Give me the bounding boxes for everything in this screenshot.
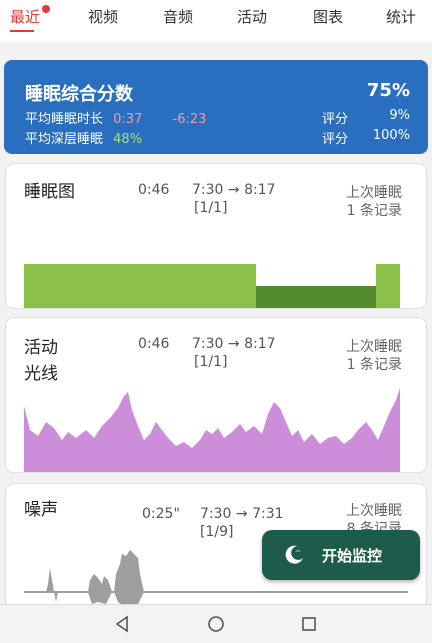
avg-duration-value: 0:37 xyxy=(113,112,143,127)
moon-bird-icon xyxy=(285,545,303,564)
score-value: 9% xyxy=(389,108,410,123)
sleep-graph xyxy=(24,264,400,308)
tab-recent[interactable]: 最近 xyxy=(10,6,40,28)
avg-duration-row: 平均睡眠时长 0:37 -6:23 xyxy=(25,108,206,127)
notification-dot xyxy=(42,5,50,13)
avg-deep-value: 48% xyxy=(113,132,143,147)
score-label: 评分 xyxy=(322,132,349,147)
activity-area xyxy=(24,388,400,472)
recents-icon[interactable] xyxy=(298,613,320,635)
sleep-phase-light xyxy=(376,264,400,308)
sleep-phase-deep xyxy=(256,286,376,308)
score-label: 评分 xyxy=(322,112,349,127)
system-nav-bar xyxy=(0,604,432,643)
active-tab-indicator xyxy=(10,30,34,32)
tab-activity[interactable]: 活动 xyxy=(237,6,267,28)
tab-video[interactable]: 视频 xyxy=(88,6,118,28)
tab-charts[interactable]: 图表 xyxy=(313,6,343,28)
score-value: 100% xyxy=(372,128,410,143)
activity-light-card[interactable]: 活动 光线 0:46 7:30 → 8:17 [1/1] 上次睡眠 1 条记录 xyxy=(6,318,426,472)
sleep-graph-card[interactable]: 睡眠图 0:46 7:30 → 8:17 [1/1] 上次睡眠 1 条记录 xyxy=(6,164,426,308)
avg-duration-diff: -6:23 xyxy=(172,112,207,127)
tab-stats[interactable]: 统计 xyxy=(386,6,416,28)
sleep-score-card[interactable]: 睡眠综合分数 75% 平均睡眠时长 0:37 -6:23 评分 9% 平均深层睡… xyxy=(4,60,428,154)
tab-audio[interactable]: 音频 xyxy=(163,6,193,28)
back-icon[interactable] xyxy=(112,613,134,635)
avg-deep-row: 平均深层睡眠 48% xyxy=(25,128,142,147)
activity-graph xyxy=(24,388,400,472)
sleep-phase-light xyxy=(24,264,256,308)
start-monitoring-label: 开始监控 xyxy=(322,546,383,565)
start-monitoring-button[interactable]: 开始监控 xyxy=(262,530,420,580)
avg-deep-label: 平均深层睡眠 xyxy=(25,132,104,147)
tab-bar: 最近 视频 音频 活动 图表 统计 xyxy=(0,0,432,42)
home-icon[interactable] xyxy=(205,613,227,635)
noise-peaks xyxy=(46,550,144,608)
sleep-score-title: 睡眠综合分数 xyxy=(25,84,133,105)
avg-duration-label: 平均睡眠时长 xyxy=(25,112,104,127)
sleep-score-percent: 75% xyxy=(366,80,410,101)
